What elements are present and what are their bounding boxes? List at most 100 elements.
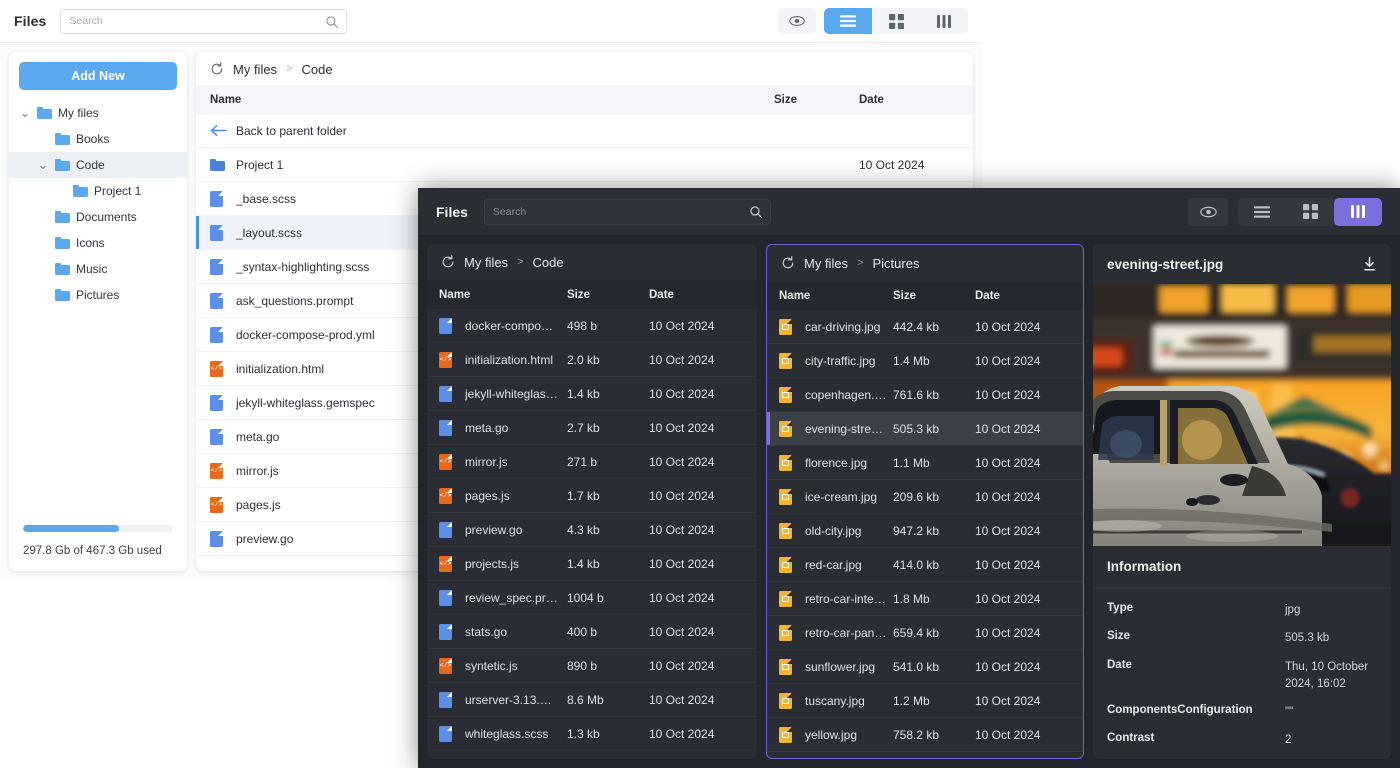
file-date: 10 Oct 2024 — [975, 591, 1041, 606]
table-row[interactable]: tuscany.jpg 1.2 Mb 10 Oct 2024 — [767, 684, 1083, 718]
sidebar-item-music[interactable]: Music — [9, 256, 187, 282]
table-row[interactable]: preview.go 4.3 kb 10 Oct 2024 — [427, 513, 757, 547]
table-row[interactable]: docker-compo… 498 b 10 Oct 2024 — [427, 309, 757, 343]
back-to-parent-row[interactable]: Back to parent folder — [196, 114, 973, 148]
refresh-icon[interactable] — [210, 62, 224, 76]
folder-icon — [55, 237, 70, 249]
breadcrumb-part-0[interactable]: My files — [464, 255, 508, 270]
light-search-field[interactable] — [60, 8, 348, 34]
information-fields: Type jpg Size 505.3 kb Date Thu, 10 October 2… — [1093, 588, 1391, 759]
column-header-date[interactable]: Date — [859, 94, 959, 106]
search-icon — [325, 15, 339, 29]
light-search-input[interactable] — [69, 15, 339, 27]
info-row: Type jpg — [1107, 602, 1377, 619]
dark-topbar: Files — [418, 188, 1400, 235]
table-row[interactable]: red-car.jpg 414.0 kb 10 Oct 2024 — [767, 548, 1083, 582]
table-row[interactable]: retro-car-interi… 1.8 Mb 10 Oct 2024 — [767, 582, 1083, 616]
file-name: red-car.jpg — [805, 557, 862, 572]
file-size: 1.1 Mb — [893, 455, 930, 470]
columns-view-icon[interactable] — [1334, 197, 1382, 226]
file-size: 498 b — [567, 318, 598, 333]
column-header-date[interactable]: Date — [975, 290, 1071, 302]
table-row[interactable]: sunflower.jpg 541.0 kb 10 Oct 2024 — [767, 650, 1083, 684]
chevron-down-icon[interactable]: ⌄ — [37, 158, 49, 171]
eye-icon[interactable] — [1188, 197, 1228, 226]
file-icon-cell — [439, 317, 465, 334]
column-header-date[interactable]: Date — [649, 289, 745, 301]
grid-view-icon[interactable] — [872, 8, 920, 34]
sidebar-item-code[interactable]: ⌄ Code — [9, 152, 187, 178]
sidebar-item-books[interactable]: Books — [9, 126, 187, 152]
table-row[interactable]: </> mirror.js 271 b 10 Oct 2024 — [427, 445, 757, 479]
table-row[interactable]: florence.jpg 1.1 Mb 10 Oct 2024 — [767, 446, 1083, 480]
list-view-icon[interactable] — [1238, 198, 1286, 226]
sidebar-item-project-1[interactable]: Project 1 — [9, 178, 187, 204]
add-new-button[interactable]: Add New — [19, 62, 177, 90]
sidebar-item-icons[interactable]: Icons — [9, 230, 187, 256]
column-header-name[interactable]: Name — [210, 94, 774, 106]
file-size: 1.8 Mb — [893, 591, 930, 606]
table-row[interactable]: urserver-3.13.… 8.6 Mb 10 Oct 2024 — [427, 683, 757, 717]
table-row[interactable]: yellow.jpg 758.2 kb 10 Oct 2024 — [767, 718, 1083, 752]
file-name: copenhagen.jpg — [805, 387, 891, 402]
refresh-icon[interactable] — [441, 255, 455, 269]
table-row[interactable]: </> initialization.html 2.0 kb 10 Oct 2024 — [427, 343, 757, 377]
breadcrumb-part-0[interactable]: My files — [233, 62, 277, 77]
table-row[interactable]: city-traffic.jpg 1.4 Mb 10 Oct 2024 — [767, 344, 1083, 378]
column-header-size[interactable]: Size — [774, 94, 859, 106]
column-header-size[interactable]: Size — [893, 290, 975, 302]
table-row[interactable]: retro-car-panel… 659.4 kb 10 Oct 2024 — [767, 616, 1083, 650]
table-row[interactable]: </> projects.js 1.4 kb 10 Oct 2024 — [427, 547, 757, 581]
table-row[interactable]: car-driving.jpg 442.4 kb 10 Oct 2024 — [767, 310, 1083, 344]
list-view-icon[interactable] — [824, 8, 872, 34]
file-icon-cell — [210, 292, 236, 309]
breadcrumb-part-1[interactable]: Code — [302, 62, 333, 77]
file-size: 761.6 kb — [893, 387, 940, 402]
dark-search-input[interactable] — [492, 205, 762, 218]
file-size: 1.3 kb — [567, 726, 600, 741]
table-row[interactable]: </> pages.js 1.7 kb 10 Oct 2024 — [427, 479, 757, 513]
table-row[interactable]: jekyll-whiteglas… 1.4 kb 10 Oct 2024 — [427, 377, 757, 411]
table-row[interactable]: whiteglass.scss 1.3 kb 10 Oct 2024 — [427, 717, 757, 751]
file-icon-cell — [779, 488, 805, 505]
file-icon-cell — [779, 590, 805, 607]
refresh-icon[interactable] — [781, 256, 795, 270]
file-date: 10 Oct 2024 — [975, 727, 1041, 742]
file-icon-cell — [210, 190, 236, 207]
column-header-name[interactable]: Name — [779, 290, 893, 302]
table-row[interactable]: copenhagen.jpg 761.6 kb 10 Oct 2024 — [767, 378, 1083, 412]
table-row[interactable]: </> syntetic.js 890 b 10 Oct 2024 — [427, 649, 757, 683]
file-size: 505.3 kb — [893, 421, 940, 436]
chevron-down-icon[interactable]: ⌄ — [19, 106, 31, 119]
sidebar-item-my-files[interactable]: ⌄ My files — [9, 100, 187, 126]
info-key: Contrast — [1107, 732, 1155, 745]
dark-search-field[interactable] — [483, 198, 771, 225]
table-row[interactable]: ice-cream.jpg 209.6 kb 10 Oct 2024 — [767, 480, 1083, 514]
sidebar-item-documents[interactable]: Documents — [9, 204, 187, 230]
breadcrumb-separator: > — [286, 63, 293, 75]
eye-icon[interactable] — [778, 8, 816, 34]
dark-body: My files > Code Name Size Date docker-co… — [418, 235, 1400, 768]
file-date: 10 Oct 2024 — [649, 726, 715, 741]
column-header-name[interactable]: Name — [439, 289, 567, 301]
grid-view-icon[interactable] — [1286, 198, 1334, 226]
table-row[interactable]: stats.go 400 b 10 Oct 2024 — [427, 615, 757, 649]
download-icon[interactable] — [1362, 256, 1377, 272]
table-row[interactable]: Project 1 10 Oct 2024 — [196, 148, 973, 182]
breadcrumb-part-0[interactable]: My files — [804, 256, 848, 271]
table-row[interactable]: evening-street…. 505.3 kb 10 Oct 2024 — [767, 412, 1083, 446]
file-name: jekyll-whiteglas… — [465, 386, 558, 401]
breadcrumb-part-1[interactable]: Code — [533, 255, 564, 270]
file-icon-cell — [779, 352, 805, 369]
sidebar-item-pictures[interactable]: Pictures — [9, 282, 187, 308]
columns-view-icon[interactable] — [920, 8, 968, 34]
file-icon-cell — [779, 692, 805, 709]
light-app-title: Files — [14, 13, 47, 29]
folder-icon — [210, 158, 225, 171]
table-row[interactable]: review_spec.pr… 1004 b 10 Oct 2024 — [427, 581, 757, 615]
column-header-size[interactable]: Size — [567, 289, 649, 301]
table-row[interactable]: old-city.jpg 947.2 kb 10 Oct 2024 — [767, 514, 1083, 548]
table-row[interactable]: meta.go 2.7 kb 10 Oct 2024 — [427, 411, 757, 445]
file-date: 10 Oct 2024 — [975, 659, 1041, 674]
breadcrumb-part-1[interactable]: Pictures — [873, 256, 920, 271]
